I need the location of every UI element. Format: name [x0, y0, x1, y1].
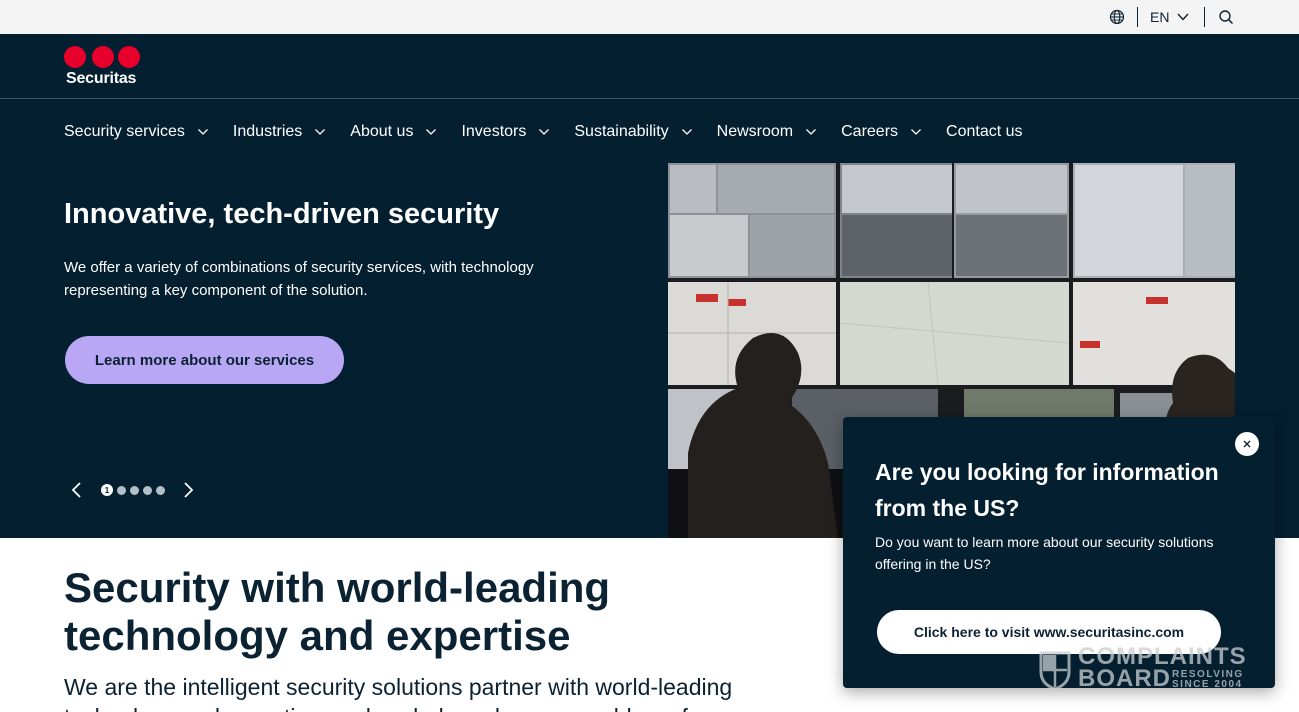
- carousel-pagination: 1: [101, 484, 169, 496]
- section-title: Security with world-leading technology a…: [64, 564, 611, 659]
- nav-item-security-services[interactable]: Security services: [64, 123, 209, 141]
- nav-item-label: Industries: [232, 123, 303, 140]
- chevron-down-icon: [539, 129, 550, 135]
- popup-description: Do you want to learn more about our secu…: [875, 534, 1214, 572]
- carousel-dot-active[interactable]: 1: [101, 484, 113, 496]
- utility-divider: [1137, 7, 1138, 27]
- nav-item-careers[interactable]: Careers: [841, 123, 922, 141]
- complaints-board-watermark: COMPLAINTS BOARD RESOLVING SINCE 2004: [1038, 645, 1253, 692]
- chevron-down-icon: [315, 129, 326, 135]
- chevron-down-icon: [681, 129, 692, 135]
- chevron-down-icon[interactable]: [1176, 11, 1190, 23]
- chevron-down-icon: [197, 129, 208, 135]
- search-icon[interactable]: [1218, 9, 1234, 25]
- chevron-right-icon[interactable]: [181, 480, 197, 500]
- logo-dot: [64, 46, 86, 68]
- close-icon: [1243, 440, 1251, 448]
- nav-item-newsroom[interactable]: Newsroom: [717, 123, 817, 141]
- chevron-left-icon[interactable]: [68, 480, 84, 500]
- nav-item-investors[interactable]: Investors: [461, 123, 550, 141]
- watermark-subtext: RESOLVING SINCE 2004: [1172, 670, 1252, 690]
- nav-item-label: Investors: [461, 123, 527, 140]
- nav-item-sustainability[interactable]: Sustainability: [574, 123, 692, 141]
- logo-dots: [64, 46, 142, 68]
- logo-wordmark: Securitas: [66, 70, 137, 87]
- nav-item-label: About us: [350, 123, 414, 140]
- utility-bar: EN: [0, 0, 1299, 34]
- nav-item-industries[interactable]: Industries: [233, 123, 326, 141]
- learn-more-services-button[interactable]: Learn more about our services: [65, 336, 344, 384]
- securitas-logo[interactable]: Securitas: [64, 46, 144, 90]
- carousel-dot[interactable]: [117, 485, 126, 495]
- section-description: We are the intelligent security solution…: [64, 674, 733, 712]
- nav-item-label: Security services: [64, 123, 185, 140]
- popup-title: Are you looking for information from the…: [875, 459, 1219, 521]
- nav-item-about-us[interactable]: About us: [350, 123, 437, 141]
- hero-description: We offer a variety of combinations of se…: [64, 259, 534, 299]
- popup-close-button[interactable]: [1235, 432, 1259, 456]
- hero-title: Innovative, tech-driven security: [64, 198, 500, 230]
- nav-item-label: Sustainability: [574, 123, 669, 140]
- chevron-down-icon: [426, 129, 437, 135]
- nav-item-label: Careers: [841, 123, 899, 140]
- header-divider: [0, 98, 1299, 99]
- globe-icon[interactable]: [1109, 9, 1125, 25]
- watermark-line2: BOARD: [1078, 665, 1171, 692]
- logo-dot: [92, 46, 114, 68]
- carousel-dot[interactable]: [130, 485, 139, 495]
- chevron-down-icon: [911, 129, 921, 135]
- language-selector[interactable]: EN: [1150, 9, 1169, 25]
- carousel-dot[interactable]: [143, 485, 152, 495]
- utility-divider: [1204, 7, 1205, 27]
- nav-item-label: Contact us: [946, 123, 1023, 140]
- watermark-sub2: SINCE 2004: [1172, 679, 1243, 690]
- shield-icon: [1039, 651, 1071, 690]
- chevron-down-icon: [806, 129, 817, 135]
- nav-item-contact-us[interactable]: Contact us: [946, 123, 1022, 141]
- carousel-dot[interactable]: [156, 485, 165, 495]
- logo-dot: [118, 46, 140, 68]
- nav-item-label: Newsroom: [716, 123, 794, 140]
- main-nav: Security services Industries About us In…: [64, 120, 1047, 144]
